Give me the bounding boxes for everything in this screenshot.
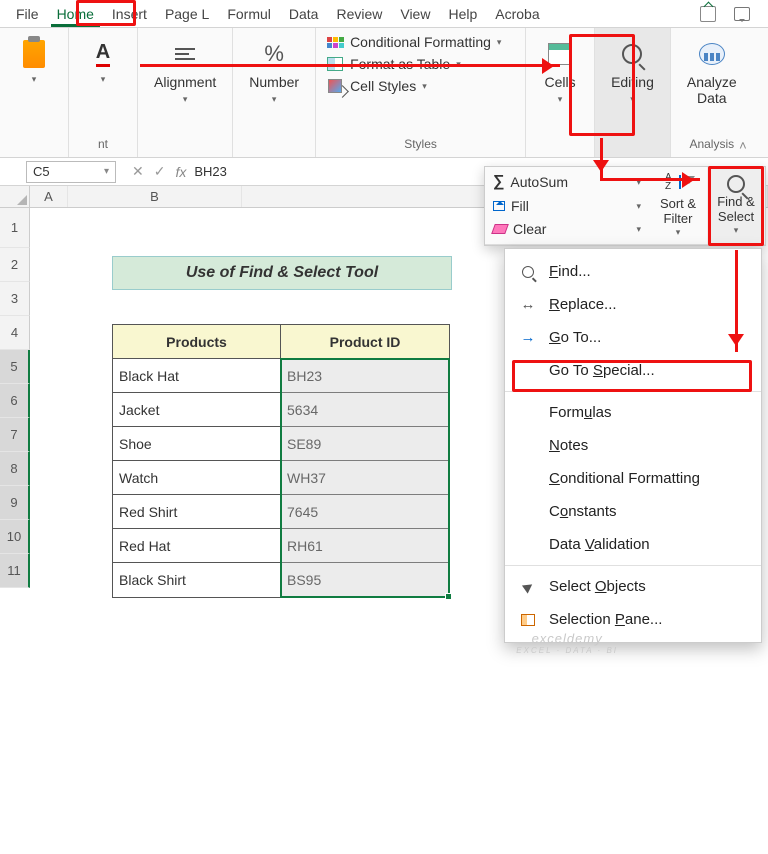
autosum-button[interactable]: ∑AutoSum ▾ — [493, 173, 641, 191]
tab-insert[interactable]: Insert — [104, 2, 155, 26]
share-icon[interactable] — [700, 6, 716, 22]
collapse-ribbon-icon[interactable]: ˄ — [739, 138, 747, 153]
row-header[interactable]: 7 — [0, 418, 30, 452]
row-header[interactable]: 5 — [0, 350, 30, 384]
tab-formulas[interactable]: Formul — [219, 2, 279, 26]
cell[interactable]: RH61 — [281, 529, 449, 563]
tab-home[interactable]: Home — [49, 2, 102, 26]
cell[interactable]: Watch — [113, 461, 281, 495]
cell[interactable]: Jacket — [113, 393, 281, 427]
formula-input[interactable]: BH23 — [194, 164, 227, 179]
select-all-triangle[interactable] — [0, 186, 30, 207]
row-header[interactable]: 6 — [0, 384, 30, 418]
sheet-title-cell[interactable]: Use of Find & Select Tool — [112, 256, 452, 290]
cancel-formula-icon[interactable]: ✕ — [132, 163, 144, 180]
data-table: Products Product ID Black HatBH23 Jacket… — [112, 324, 450, 598]
annotation-arrow-1 — [140, 64, 560, 67]
menu-replace[interactable]: ↔Replace... — [505, 288, 761, 321]
menu-goto[interactable]: →Go To... — [505, 321, 761, 354]
name-box[interactable]: C5▾ — [26, 161, 116, 183]
menu-constants[interactable]: Constants — [505, 495, 761, 528]
analysis-group-label: Analysis — [689, 137, 734, 155]
cell[interactable]: SE89 — [281, 427, 449, 461]
find-select-button[interactable]: Find & Select▾ — [707, 167, 765, 244]
find-select-menu: Find... ↔Replace... →Go To... Go To Spec… — [504, 248, 762, 643]
cell[interactable]: Shoe — [113, 427, 281, 461]
row-header[interactable]: 3 — [0, 282, 30, 316]
menu-goto-special[interactable]: Go To Special... — [505, 354, 761, 387]
watermark: exceldemy EXCEL · DATA · BI — [516, 631, 618, 655]
row-header[interactable]: 4 — [0, 316, 30, 350]
menu-notes[interactable]: Notes — [505, 429, 761, 462]
cell[interactable]: BH23 — [281, 359, 449, 393]
menu-data-validation[interactable]: Data Validation — [505, 528, 761, 561]
cell[interactable]: Black Shirt — [113, 563, 281, 597]
fx-label: fx — [175, 164, 186, 180]
cell-styles-button[interactable]: Cell Styles ▾ — [326, 78, 501, 94]
conditional-formatting-button[interactable]: Conditional Formatting ▾ — [326, 34, 501, 50]
cell[interactable]: 5634 — [281, 393, 449, 427]
row-header[interactable]: 9 — [0, 486, 30, 520]
row-header[interactable]: 11 — [0, 554, 30, 588]
col-header-a[interactable]: A — [30, 186, 68, 207]
cell[interactable]: 7645 — [281, 495, 449, 529]
annotation-arrow-3 — [735, 250, 738, 352]
menu-formulas[interactable]: Formulas — [505, 396, 761, 429]
row-header[interactable]: 10 — [0, 520, 30, 554]
menu-select-objects[interactable]: Select Objects — [505, 570, 761, 603]
alignment-button[interactable]: Alignment▾ — [148, 34, 222, 109]
tab-data[interactable]: Data — [281, 2, 327, 26]
clear-button[interactable]: Clear ▾ — [493, 221, 641, 237]
row-headers: 1 2 3 4 5 6 7 8 9 10 11 — [0, 208, 30, 588]
tab-page-layout[interactable]: Page L — [157, 2, 217, 26]
col-header-b[interactable]: B — [68, 186, 242, 207]
ribbon: ▾ A ▾ nt Alignment▾ % Number▾ Conditiona… — [0, 28, 768, 158]
cell[interactable]: BS95 — [281, 563, 449, 597]
header-product-id[interactable]: Product ID — [281, 325, 449, 359]
accept-formula-icon[interactable]: ✓ — [154, 163, 166, 180]
font-color-button[interactable]: A ▾ — [79, 34, 127, 89]
styles-group-label: Styles — [404, 137, 437, 155]
tab-file[interactable]: File — [8, 2, 47, 26]
annotation-arrow-2a — [600, 138, 603, 178]
analyze-data-button[interactable]: Analyze Data — [681, 34, 743, 110]
tab-acrobat[interactable]: Acroba — [487, 2, 547, 26]
number-format-button[interactable]: % Number▾ — [243, 34, 305, 109]
ribbon-tabs: File Home Insert Page L Formul Data Revi… — [0, 0, 768, 28]
header-products[interactable]: Products — [113, 325, 281, 359]
menu-find[interactable]: Find... — [505, 255, 761, 288]
editing-button[interactable]: Editing▾ — [605, 34, 660, 109]
fill-button[interactable]: Fill ▾ — [493, 198, 641, 214]
clipboard-paste-button[interactable]: ▾ — [10, 34, 58, 89]
font-group-label: nt — [98, 137, 108, 155]
row-header[interactable]: 8 — [0, 452, 30, 486]
row-header[interactable]: 2 — [0, 248, 30, 282]
cell[interactable]: WH37 — [281, 461, 449, 495]
tab-review[interactable]: Review — [328, 2, 390, 26]
cell[interactable]: Black Hat — [113, 359, 281, 393]
comments-icon[interactable] — [734, 6, 750, 22]
tab-help[interactable]: Help — [440, 2, 485, 26]
menu-conditional-formatting[interactable]: Conditional Formatting — [505, 462, 761, 495]
annotation-arrow-2b — [600, 178, 700, 181]
cell[interactable]: Red Shirt — [113, 495, 281, 529]
cell[interactable]: Red Hat — [113, 529, 281, 563]
row-header[interactable]: 1 — [0, 208, 30, 248]
tab-view[interactable]: View — [392, 2, 438, 26]
